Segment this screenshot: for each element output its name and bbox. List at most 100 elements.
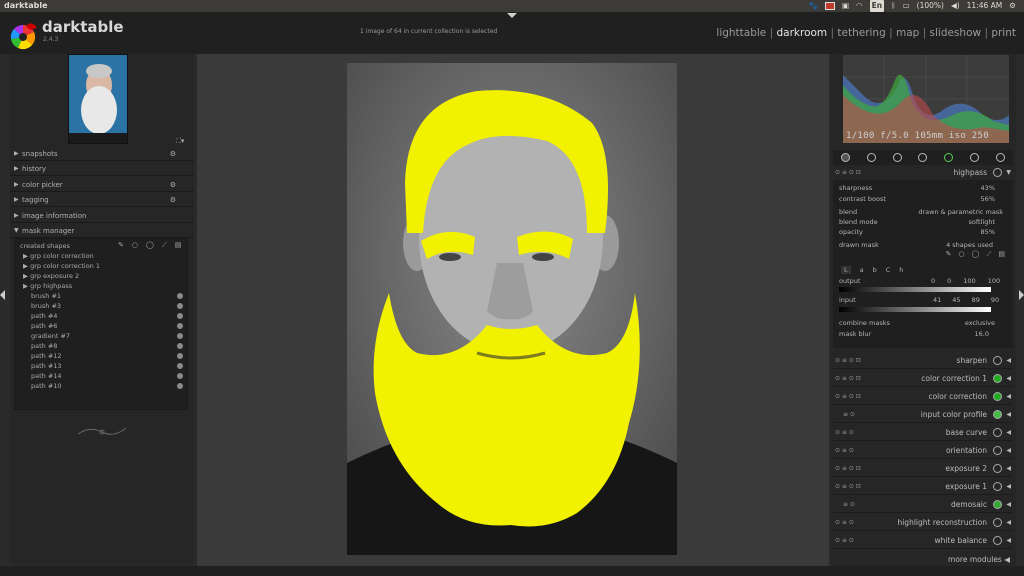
brush-icon[interactable]: ✎ [946, 250, 952, 259]
path-icon[interactable]: ⟋ [986, 250, 991, 259]
tab-c[interactable]: C [886, 266, 891, 274]
module-tagging[interactable]: ▶ tagging ⚙ [10, 193, 194, 207]
battery-icon[interactable]: ▭ [903, 0, 910, 12]
left-panel-toggle-icon[interactable] [0, 290, 5, 300]
mask-shape[interactable]: brush #1 [31, 292, 191, 300]
ellipse-shape-icon[interactable]: ◯ [972, 250, 980, 259]
module-orientation[interactable]: ⊙ ≡ ⊙ orientation ◀ [833, 442, 1013, 459]
mask-shape[interactable]: path #14 [31, 372, 191, 380]
gradient-icon[interactable]: ▤ [175, 241, 182, 250]
contrast-boost-slider[interactable]: 56% [981, 195, 995, 203]
module-image-information[interactable]: ▶ image information [10, 209, 194, 223]
basic-group-icon[interactable] [892, 153, 902, 162]
circle-shape-icon[interactable]: ○ [959, 250, 965, 259]
shape-state-icon[interactable] [177, 373, 183, 379]
module-input-color-profile[interactable]: ≡ ⊙ input color profile ◀ [833, 406, 1013, 423]
circle-shape-icon[interactable]: ○ [132, 241, 138, 250]
mask-group[interactable]: ▶ grp highpass [23, 282, 72, 290]
module-white-balance[interactable]: ⊙ ≡ ⊙ white balance ◀ [833, 532, 1013, 549]
image-thumbnail[interactable] [68, 54, 128, 144]
mask-group[interactable]: ▶ grp exposure 2 [23, 272, 79, 280]
mask-shape[interactable]: gradient #7 [31, 332, 191, 340]
tab-b[interactable]: b [873, 266, 877, 274]
shape-state-icon[interactable] [177, 313, 183, 319]
gradient-icon[interactable]: ▤ [998, 250, 1005, 259]
module-toggles-icon[interactable]: ⊙ ≡ ⊙ ⊡ [835, 164, 861, 181]
color-group-icon[interactable] [944, 153, 954, 162]
view-print[interactable]: print [991, 27, 1016, 39]
view-darkroom[interactable]: darkroom [777, 27, 828, 39]
more-modules-button[interactable]: more modules ◀ [948, 555, 1010, 564]
shape-state-icon[interactable] [177, 353, 183, 359]
power-icon[interactable] [841, 153, 851, 162]
module-exposure-1[interactable]: ⊙ ≡ ⊙ ⊡ exposure 1 ◀ [833, 478, 1013, 495]
combine-masks-dropdown[interactable]: exclusive [965, 319, 995, 327]
module-color-picker[interactable]: ▶ color picker ⚙ [10, 178, 194, 192]
module-sharpen[interactable]: ⊙ ≡ ⊙ ⊡ sharpen ◀ [833, 352, 1013, 369]
shape-state-icon[interactable] [177, 293, 183, 299]
module-color-correction[interactable]: ⊙ ≡ ⊙ ⊡ color correction ◀ [833, 388, 1013, 405]
effect-group-icon[interactable] [995, 153, 1005, 162]
paw-icon[interactable]: 🐾 [809, 0, 818, 12]
histogram[interactable] [843, 55, 1009, 143]
correct-group-icon[interactable] [969, 153, 979, 162]
blend-dropdown[interactable]: drawn & parametric mask [918, 208, 1003, 216]
star-icon[interactable] [867, 153, 877, 162]
keyboard-lang[interactable]: En [869, 0, 885, 12]
ellipse-shape-icon[interactable]: ◯ [146, 241, 154, 250]
mask-shape[interactable]: path #13 [31, 362, 191, 370]
clock[interactable]: 11:46 AM [967, 0, 1003, 12]
module-highpass[interactable]: ⊙ ≡ ⊙ ⊡ highpass ▼ [833, 164, 1013, 181]
module-highlight-reconstruction[interactable]: ⊙ ≡ ⊙ highlight reconstruction ◀ [833, 514, 1013, 531]
view-map[interactable]: map [896, 27, 919, 39]
module-color-correction-1[interactable]: ⊙ ≡ ⊙ ⊡ color correction 1 ◀ [833, 370, 1013, 387]
settings-gear-icon[interactable]: ⚙ [1009, 0, 1016, 12]
module-history[interactable]: ▶ history [10, 162, 194, 176]
shape-state-icon[interactable] [177, 343, 183, 349]
battery-level[interactable]: (100%) [917, 0, 944, 12]
expand-thumbnail-icon[interactable]: ⛶▾ [176, 137, 184, 146]
mask-shape[interactable]: path #8 [31, 342, 191, 350]
opacity-slider[interactable]: 85% [981, 228, 995, 236]
view-lighttable[interactable]: lighttable [716, 27, 766, 39]
module-demosaic[interactable]: ≡ ⊙ demosaic ◀ [833, 496, 1013, 513]
mask-shape[interactable]: brush #3 [31, 302, 191, 310]
terminal-icon[interactable]: ▣ [842, 0, 849, 12]
main-photo-canvas[interactable] [347, 63, 677, 555]
gear-icon[interactable]: ⚙ [170, 178, 176, 192]
wifi-icon[interactable]: ◠ [856, 0, 863, 12]
view-tethering[interactable]: tethering [837, 27, 885, 39]
right-panel-toggle-icon[interactable] [1019, 290, 1024, 300]
screen-record-icon[interactable] [824, 2, 835, 10]
mask-group[interactable]: ▶ grp color correction [23, 252, 94, 260]
output-range-slider[interactable] [839, 287, 991, 292]
tab-l[interactable]: L [841, 266, 851, 274]
mask-shape[interactable]: path #10 [31, 382, 191, 390]
module-mask-manager[interactable]: ▼ mask manager [10, 224, 194, 238]
tab-a[interactable]: a [860, 266, 864, 274]
mask-shape[interactable]: path #6 [31, 322, 191, 330]
brush-icon[interactable]: ✎ [118, 241, 124, 250]
sharpness-slider[interactable]: 43% [981, 184, 995, 192]
drawn-mask-status[interactable]: 4 shapes used [946, 241, 993, 249]
view-slideshow[interactable]: slideshow [930, 27, 982, 39]
path-icon[interactable]: ⟋ [162, 241, 167, 250]
mask-blur-slider[interactable]: 16.0 [975, 330, 989, 338]
shape-state-icon[interactable] [177, 323, 183, 329]
bluetooth-icon[interactable]: ᛒ [891, 0, 896, 12]
module-snapshots[interactable]: ▶ snapshots ⚙ [10, 147, 194, 161]
tone-group-icon[interactable] [918, 153, 928, 162]
top-panel-toggle-icon[interactable] [507, 13, 517, 18]
gear-icon[interactable]: ⚙ [170, 147, 176, 161]
volume-icon[interactable]: ◀) [951, 0, 960, 12]
gear-icon[interactable]: ⚙ [170, 193, 176, 207]
tab-h[interactable]: h [899, 266, 903, 274]
input-range-slider[interactable] [839, 307, 991, 312]
shape-state-icon[interactable] [177, 333, 183, 339]
shape-state-icon[interactable] [177, 383, 183, 389]
shape-state-icon[interactable] [177, 363, 183, 369]
module-exposure-2[interactable]: ⊙ ≡ ⊙ ⊡ exposure 2 ◀ [833, 460, 1013, 477]
mask-group[interactable]: ▶ grp color correction 1 [23, 262, 100, 270]
mask-shape[interactable]: path #12 [31, 352, 191, 360]
shape-state-icon[interactable] [177, 303, 183, 309]
